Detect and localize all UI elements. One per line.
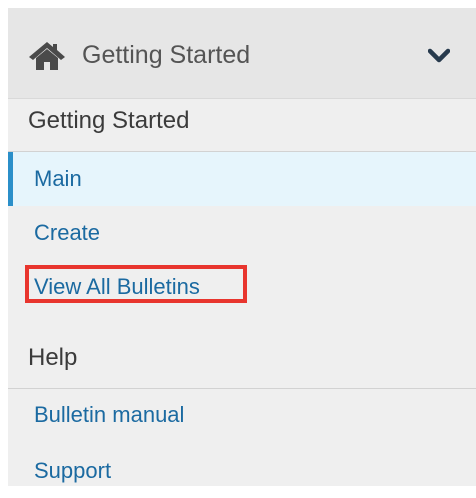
- section-header-title: Getting Started: [82, 41, 251, 69]
- section-heading-getting-started: Getting Started: [28, 107, 190, 134]
- chevron-down-icon[interactable]: [428, 48, 450, 64]
- nav-item-support[interactable]: Support: [8, 444, 476, 498]
- nav-item-label: View All Bulletins: [34, 274, 200, 299]
- nav-item-label: Support: [34, 458, 112, 483]
- nav-item-create[interactable]: Create: [8, 206, 476, 260]
- active-indicator: [8, 152, 13, 206]
- nav-item-label: Bulletin manual: [34, 402, 185, 427]
- nav-item-label: Create: [34, 220, 101, 245]
- nav-item-view-all-bulletins[interactable]: View All Bulletins: [8, 260, 476, 314]
- section-heading-help: Help: [28, 344, 78, 371]
- home-icon: [29, 42, 65, 70]
- nav-item-bulletin-manual[interactable]: Bulletin manual: [8, 388, 476, 442]
- nav-item-label: Main: [34, 166, 82, 191]
- nav-item-main[interactable]: Main: [8, 152, 476, 206]
- sidebar-panel: Getting Started Getting Started Main Cre…: [8, 8, 476, 486]
- sidebar-section-header[interactable]: Getting Started: [8, 8, 476, 99]
